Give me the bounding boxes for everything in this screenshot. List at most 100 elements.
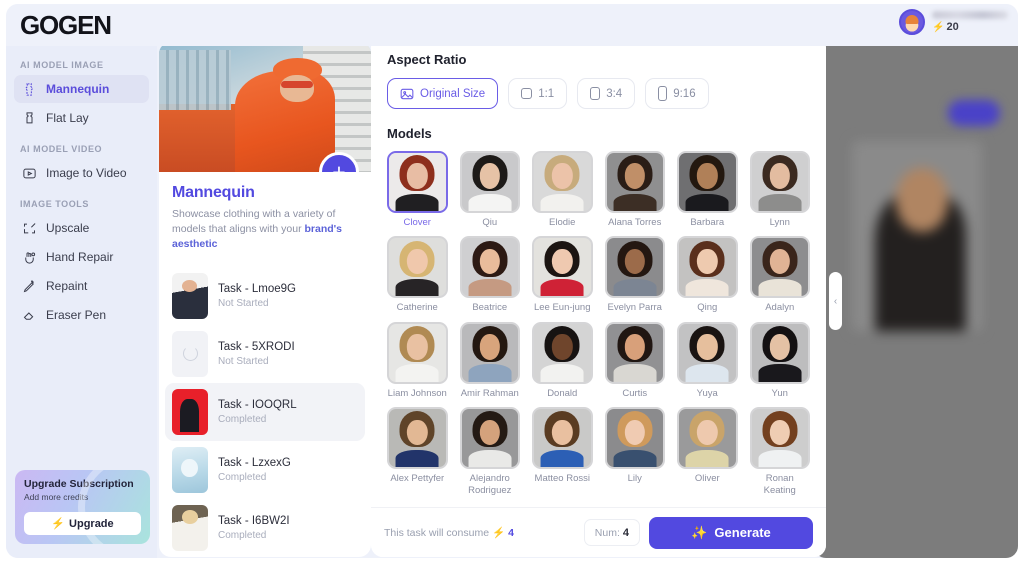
- model-face: [407, 419, 428, 446]
- hero-image: +: [159, 42, 371, 172]
- generate-button[interactable]: ✨ Generate: [649, 516, 813, 549]
- model-card[interactable]: Lynn: [749, 151, 810, 228]
- model-card[interactable]: Qing: [677, 236, 738, 313]
- model-name: Catherine: [396, 302, 438, 314]
- sidebar-item-eraser-pen[interactable]: Eraser Pen: [14, 301, 149, 329]
- task-row[interactable]: Task - IOOQRL Completed: [165, 382, 365, 441]
- aspect-ratio-9-16[interactable]: 9:16: [645, 78, 709, 109]
- num-value: 4: [622, 526, 629, 539]
- model-thumbnail: [387, 236, 448, 299]
- model-thumbnail: [459, 151, 520, 213]
- sidebar-item-upscale[interactable]: Upscale: [14, 214, 149, 242]
- model-card[interactable]: Clover: [387, 151, 448, 228]
- model-card[interactable]: Yuya: [677, 321, 738, 399]
- sidebar-item-image-to-video[interactable]: Image to Video: [14, 159, 149, 187]
- model-card[interactable]: Alex Pettyfer: [387, 407, 448, 496]
- model-body: [685, 364, 729, 382]
- image-to-video-icon: [23, 168, 36, 178]
- task-list: Task - Lmoe9G Not Started Task - 5XRODI …: [159, 267, 371, 557]
- sidebar-item-repaint[interactable]: Repaint: [14, 272, 149, 300]
- num-stepper[interactable]: Num: 4: [583, 519, 640, 546]
- model-card[interactable]: Catherine: [387, 236, 448, 313]
- models-grid: Clover Qiu Elodie Alana Torres Barbara Lynn Ca…: [387, 151, 810, 496]
- sidebar-item-flat-lay[interactable]: Flat Lay: [14, 104, 149, 132]
- model-thumbnail: [749, 151, 810, 213]
- task-row[interactable]: Task - 5XRODI Not Started: [165, 325, 365, 383]
- aspect-ratio-original-size[interactable]: Original Size: [387, 78, 499, 109]
- model-face: [769, 163, 790, 189]
- mannequin-icon: [25, 82, 34, 96]
- account-area[interactable]: ⚡ 20: [899, 9, 1008, 35]
- model-card[interactable]: Lily: [604, 407, 665, 496]
- model-face: [552, 163, 573, 189]
- aspect-ratio-1-1[interactable]: 1:1: [508, 78, 568, 109]
- tall-icon: [658, 86, 668, 101]
- model-face: [479, 334, 500, 360]
- model-card[interactable]: Beatrice: [459, 236, 520, 313]
- collapse-preview-handle[interactable]: ‹: [829, 272, 842, 330]
- model-name: Matteo Rossi: [534, 473, 590, 485]
- task-row[interactable]: Task - I6BW2I Completed: [165, 499, 365, 557]
- generate-bar: This task will consume ⚡ 4 Num: 4 ✨ Gene…: [371, 507, 826, 557]
- task-thumbnail: [172, 446, 208, 493]
- task-status: Completed: [218, 471, 267, 483]
- model-name: Alex Pettyfer: [390, 473, 445, 485]
- model-body: [613, 193, 657, 211]
- task-row[interactable]: Task - LzxexG Completed: [165, 441, 365, 499]
- model-card[interactable]: Liam Johnson: [387, 321, 448, 399]
- model-body: [468, 364, 512, 382]
- model-body: [685, 193, 729, 211]
- model-name: Adalyn: [765, 302, 795, 314]
- model-name: Qing: [697, 302, 718, 314]
- model-card[interactable]: Donald: [532, 321, 593, 399]
- task-name: Task - IOOQRL: [218, 398, 297, 411]
- model-card[interactable]: Adalyn: [749, 236, 810, 314]
- model-card[interactable]: Amir Rahman: [459, 321, 520, 399]
- task-meta: Task - I6BW2I Completed: [218, 515, 290, 541]
- aspect-ratio-heading: Aspect Ratio: [387, 52, 467, 67]
- model-card[interactable]: Elodie: [532, 151, 593, 228]
- model-card[interactable]: Yun: [749, 321, 810, 399]
- model-name: Donald: [547, 387, 578, 399]
- avatar[interactable]: [899, 9, 925, 35]
- task-name: Task - LzxexG: [218, 456, 291, 469]
- model-thumbnail: [459, 321, 520, 384]
- model-body: [468, 279, 512, 297]
- aspect-ratio-label: Original Size: [420, 87, 486, 100]
- task-meta: Task - IOOQRL Completed: [218, 399, 297, 425]
- repaint-icon: [23, 279, 35, 292]
- aspect-ratio-3-4[interactable]: 3:4: [577, 78, 636, 109]
- model-card[interactable]: Alana Torres: [604, 151, 665, 228]
- model-face: [769, 419, 790, 446]
- task-row[interactable]: Task - Lmoe9G Not Started: [165, 267, 365, 325]
- sidebar-item-mannequin[interactable]: Mannequin: [14, 75, 149, 103]
- model-face: [624, 248, 645, 275]
- model-card[interactable]: Matteo Rossi: [532, 407, 593, 496]
- sidebar-item-label: Image to Video: [46, 166, 127, 180]
- model-card[interactable]: Alejandro Rodriguez: [459, 407, 520, 496]
- sidebar-item-hand-repair[interactable]: Hand Repair: [14, 243, 149, 271]
- model-thumbnail: [604, 407, 665, 470]
- upgrade-button[interactable]: ⚡ Upgrade: [24, 512, 141, 535]
- model-card[interactable]: Ronan Keating: [749, 407, 810, 496]
- model-face: [769, 248, 790, 275]
- credits-badge[interactable]: ⚡ 20: [932, 21, 1008, 33]
- model-card[interactable]: Curtis: [604, 321, 665, 399]
- model-face: [407, 334, 428, 360]
- model-name: Elodie: [549, 217, 576, 228]
- model-body: [468, 449, 512, 468]
- task-name: Task - I6BW2I: [218, 514, 290, 527]
- model-body: [468, 193, 512, 211]
- flat-lay-icon: [26, 111, 33, 123]
- model-card[interactable]: Evelyn Parra: [604, 236, 665, 313]
- model-name: Alejandro Rodriguez: [468, 473, 512, 496]
- models-heading: Models: [387, 126, 432, 141]
- task-card: + Mannequin Showcase clothing with a var…: [159, 42, 371, 557]
- model-name: Qiu: [482, 217, 498, 228]
- model-card[interactable]: Lee Eun-jung: [532, 236, 593, 313]
- model-card[interactable]: Oliver: [677, 407, 738, 496]
- task-card-title: Mannequin: [172, 184, 255, 201]
- model-card[interactable]: Qiu: [459, 151, 520, 228]
- user-meta: ⚡ 20: [932, 11, 1008, 33]
- model-card[interactable]: Barbara: [677, 151, 738, 228]
